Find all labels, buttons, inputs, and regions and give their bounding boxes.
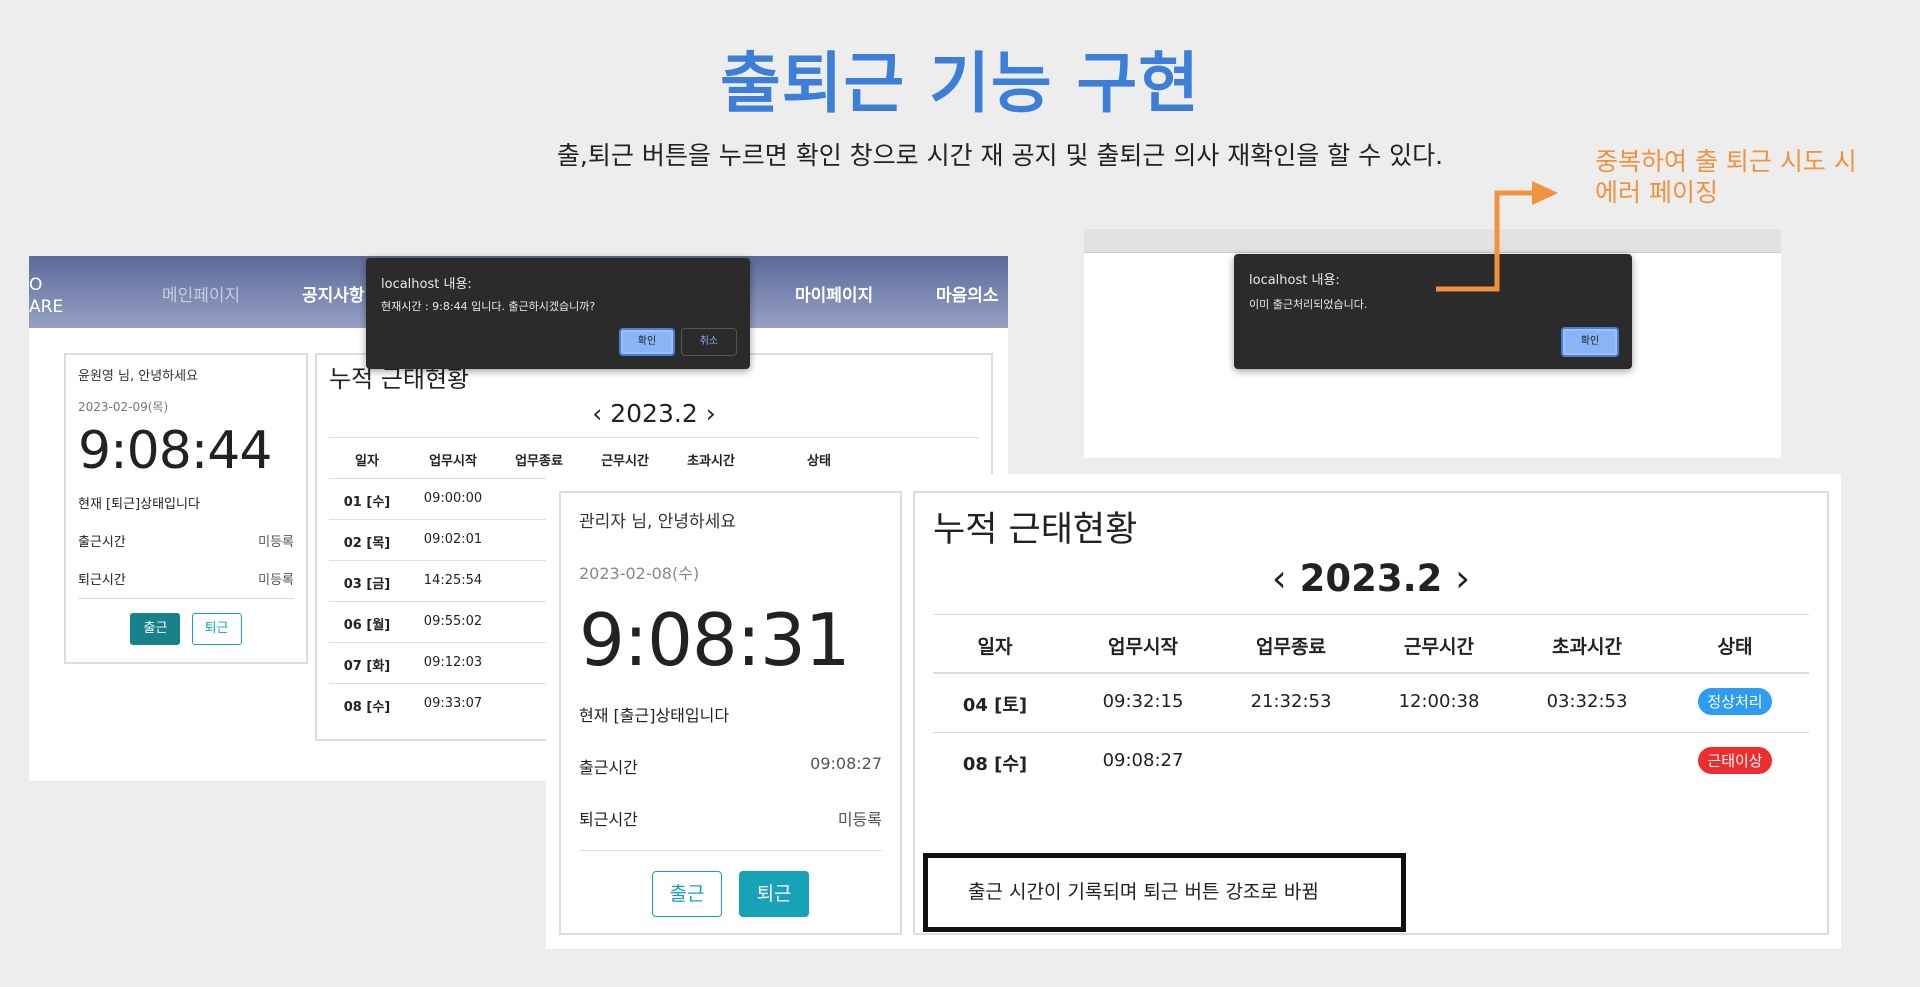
clock-in-button[interactable]: 출근 [130,613,181,645]
col-end: 업무종료 [1256,636,1326,658]
col-status: 상태 [1717,636,1753,658]
row-worktime: 12:00:38 [1398,691,1480,712]
col-worktime: 근무시간 [601,454,649,469]
row-day: 02 [목] [343,536,391,551]
clock-out-value: 미등록 [837,810,882,829]
row-day: 08 [수] [962,754,1028,775]
current-date: 2023-02-09(목) [78,400,169,414]
clock-out-button[interactable]: 퇴근 [739,871,810,917]
status-badge: 정상처리 [1698,688,1772,715]
clock-in-label: 출근시간 [78,535,126,550]
col-overtime: 초과시간 [1552,636,1622,658]
row-start: 14:25:54 [423,573,483,588]
row-day: 01 [수] [343,495,391,510]
clock-in-button[interactable]: 출근 [651,871,722,917]
annotation-line-1: 중복하여 출 퇴근 시도 시 [1595,147,1857,176]
status-text: 현재 [퇴근]상태입니다 [78,497,200,512]
error-dialog: localhost 내용: 이미 출근처리되었습니다. 확인 [1234,254,1632,369]
row-overtime: 03:32:53 [1546,691,1628,712]
greeting: 관리자 님, 안녕하세요 [579,512,736,532]
divider [579,850,882,851]
row-day: 06 [월] [343,618,391,633]
greeting: 윤원영 님, 안녕하세요 [78,369,199,384]
clock-out-value: 미등록 [258,573,294,588]
col-worktime: 근무시간 [1404,636,1474,658]
logo-line-1: O [29,275,43,295]
attendance-card: 관리자 님, 안녕하세요 2023-02-08(수) 9:08:31 현재 [출… [559,491,902,935]
row-start: 09:32:15 [1102,691,1184,712]
clock-in-value: 09:08:27 [810,754,882,773]
dialog-cancel-button[interactable]: 취소 [681,328,737,356]
nav-my-page[interactable]: 마이페이지 [795,281,873,306]
row-start: 09:12:03 [423,655,483,670]
chevron-left-icon[interactable]: ‹ [1272,557,1287,600]
clock-out-label: 퇴근시간 [78,573,126,588]
dialog-message: 현재시간 : 9:8:44 입니다. 출근하시겠습니까? [381,300,596,313]
screenshot-attendance-after: 관리자 님, 안녕하세요 2023-02-08(수) 9:08:31 현재 [출… [546,474,1841,949]
nav-main-page[interactable]: 메인페이지 [162,281,240,306]
col-overtime: 초과시간 [687,454,735,469]
summary-title: 누적 근태현황 [933,510,1138,550]
attendance-summary: 누적 근태현황 ‹ 2023.2 › 일자 업무시작 업무종료 근무시간 초과시… [913,491,1829,935]
month-label: 2023.2 [1299,557,1443,600]
row-day: 08 [수] [343,700,391,715]
clock-in-label: 출근시간 [579,758,638,777]
chevron-right-icon[interactable]: › [1455,557,1470,600]
confirm-dialog: localhost 내용: 현재시간 : 9:8:44 입니다. 출근하시겠습니… [366,258,750,369]
clock: 9:08:31 [579,598,851,682]
col-date: 일자 [355,454,379,469]
col-status: 상태 [807,454,831,469]
clock-in-row: 출근시간 미등록 [78,531,294,550]
row-start: 09:55:02 [423,614,483,629]
table-header: 일자 업무시작 업무종료 근무시간 초과시간 상태 [933,614,1809,674]
table-row: 08 [수] 09:08:27 근태이상 [933,733,1809,792]
callout-box: 출근 시간이 기록되며 퇴근 버튼 강조로 바뀜 [923,853,1406,932]
clock-in-row: 출근시간 09:08:27 [579,754,882,778]
col-start: 업무시작 [1108,636,1178,658]
clock-out-row: 퇴근시간 미등록 [78,569,294,588]
clock-out-label: 퇴근시간 [579,810,638,829]
chevron-left-icon[interactable]: ‹ [592,399,602,428]
clock-out-row: 퇴근시간 미등록 [579,806,882,830]
col-end: 업무종료 [515,454,563,469]
row-day: 07 [화] [343,659,391,674]
month-label: 2023.2 [610,399,698,428]
divider [78,598,294,599]
chevron-right-icon[interactable]: › [706,399,716,428]
row-day: 04 [토] [962,695,1028,716]
dialog-title: localhost 내용: [381,277,472,292]
attendance-card: 윤원영 님, 안녕하세요 2023-02-09(목) 9:08:44 현재 [퇴… [64,353,308,664]
row-start: 09:00:00 [423,491,483,506]
clock-in-value: 미등록 [258,535,294,550]
slide-title: 출퇴근 기능 구현 [720,45,1200,122]
browser-topbar [1084,229,1781,253]
month-selector: ‹ 2023.2 › [915,557,1827,600]
dialog-ok-button[interactable]: 확인 [1561,327,1619,357]
logo-line-2: ARE [29,297,64,317]
dialog-title: localhost 내용: [1249,273,1340,288]
row-start: 09:08:27 [1102,750,1184,771]
row-end: 21:32:53 [1250,691,1332,712]
annotation-line-2: 에러 페이징 [1595,178,1718,207]
col-date: 일자 [977,636,1013,658]
nav-mind[interactable]: 마음의소 [936,281,999,306]
clock: 9:08:44 [78,421,272,481]
table-row: 04 [토] 09:32:15 21:32:53 12:00:38 03:32:… [933,674,1809,733]
status-badge: 근태이상 [1698,747,1772,774]
row-start: 09:02:01 [423,532,483,547]
current-date: 2023-02-08(수) [579,564,700,583]
status-text: 현재 [출근]상태입니다 [579,706,730,725]
col-start: 업무시작 [429,454,477,469]
annotation-note: 중복하여 출 퇴근 시도 시 에러 페이징 [1595,146,1905,208]
nav-notice[interactable]: 공지사항 [302,281,365,306]
month-selector: ‹ 2023.2 › [317,399,991,428]
table-header: 일자 업무시작 업무종료 근무시간 초과시간 상태 [329,437,979,479]
row-start: 09:33:07 [423,696,483,711]
dialog-ok-button[interactable]: 확인 [619,328,675,356]
dialog-message: 이미 출근처리되었습니다. [1249,298,1368,311]
row-day: 03 [금] [343,577,391,592]
logo: O ARE [29,274,63,318]
clock-out-button[interactable]: 퇴근 [191,613,242,645]
